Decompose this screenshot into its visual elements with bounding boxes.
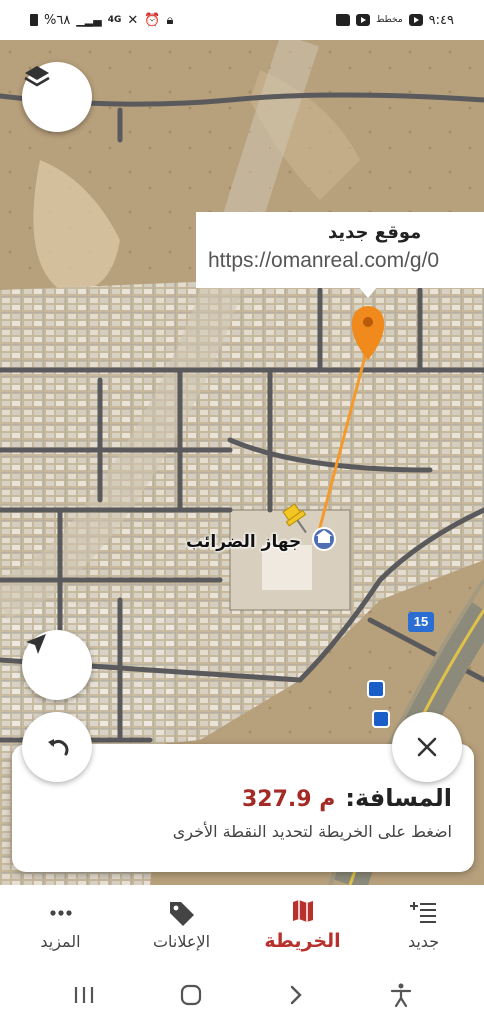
status-left: %٦٨ ▁▂▄ 4G ✕ ⏰ 🔒︎ xyxy=(30,13,173,28)
close-icon xyxy=(417,737,437,757)
close-button[interactable] xyxy=(392,712,462,782)
route-shield: 15 xyxy=(408,612,434,632)
status-right: مخطط ٩:٤٩ xyxy=(336,13,454,28)
nav-item-more[interactable]: المزيد xyxy=(0,885,121,965)
nav-item-ads[interactable]: الإعلانات xyxy=(121,885,242,965)
distance-value: 327.9 م xyxy=(241,787,336,812)
back-icon[interactable] xyxy=(285,983,307,1007)
nav-label-ads: الإعلانات xyxy=(152,931,211,951)
bus-stop-icon-2[interactable] xyxy=(372,710,390,728)
folder-icon xyxy=(336,14,351,26)
undo-button[interactable] xyxy=(22,712,92,782)
distance-row: المسافة: 327.9 م xyxy=(34,784,452,812)
home-icon[interactable] xyxy=(178,982,204,1008)
distance-label: المسافة: xyxy=(345,784,452,812)
tag-icon xyxy=(169,901,194,926)
youtube-icon xyxy=(356,14,371,26)
alarm-icon: ⏰ xyxy=(144,12,161,28)
bottom-navigation: جديد الخريطة الإعلانات المزيد xyxy=(0,885,484,965)
map-icon xyxy=(292,900,313,922)
nav-label-new: جديد xyxy=(407,931,440,951)
status-app-label: مخطط xyxy=(376,15,403,25)
callout-tail xyxy=(358,286,378,298)
system-navigation xyxy=(0,965,484,1024)
clock: ٩:٤٩ xyxy=(428,12,454,28)
nav-label-more: المزيد xyxy=(40,931,81,951)
more-dots-icon xyxy=(49,909,72,916)
navigation-arrow-icon xyxy=(26,634,46,654)
undo-icon xyxy=(48,739,69,756)
status-bar: %٦٨ ▁▂▄ 4G ✕ ⏰ 🔒︎ مخطط ٩:٤٩ xyxy=(0,0,484,40)
poi-label[interactable]: جهاز الضرائب xyxy=(186,532,301,552)
mute-icon: ✕ xyxy=(127,12,139,28)
government-building-icon xyxy=(312,527,336,551)
battery-percent: %٦٨ xyxy=(44,12,71,28)
battery-saver-icon xyxy=(30,14,38,26)
nav-item-map[interactable]: الخريطة xyxy=(242,885,363,965)
recent-apps-icon[interactable] xyxy=(71,984,97,1006)
nav-label-map: الخريطة xyxy=(264,930,341,952)
callout-title: موقع جديد xyxy=(328,222,422,243)
bus-stop-icon[interactable] xyxy=(367,680,385,698)
callout-url[interactable]: https://omanreal.com/g/0 xyxy=(208,249,484,273)
distance-hint: اضغط على الخريطة لتحديد النقطة الأخرى xyxy=(172,822,452,841)
accessibility-icon[interactable] xyxy=(388,982,414,1008)
youtube-icon-2 xyxy=(408,14,423,26)
layers-button[interactable] xyxy=(22,62,92,132)
nav-item-new[interactable]: جديد xyxy=(363,885,484,965)
lock-icon: 🔒︎ xyxy=(166,12,174,28)
location-callout[interactable]: موقع جديد https://omanreal.com/g/0 xyxy=(196,212,484,288)
signal-icon: ▁▂▄ xyxy=(76,13,102,27)
network-type: 4G xyxy=(107,15,122,25)
add-list-icon xyxy=(409,901,436,923)
layers-icon xyxy=(24,66,50,87)
my-location-button[interactable] xyxy=(22,630,92,700)
